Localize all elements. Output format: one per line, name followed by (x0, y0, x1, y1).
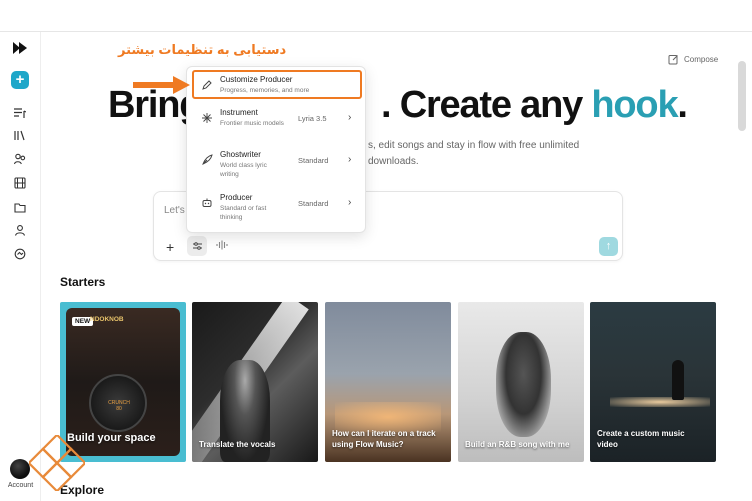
avatar[interactable] (10, 459, 30, 479)
scrollbar[interactable] (738, 61, 746, 131)
card-image (610, 397, 710, 407)
feather-icon (202, 154, 213, 165)
menu-item-title: Instrument (220, 108, 258, 117)
compose-icon (668, 54, 678, 64)
sliders-icon (192, 242, 202, 250)
library-icon[interactable] (11, 126, 29, 144)
hero-title-right: . Create any hook. (381, 84, 688, 127)
logo-icon[interactable] (12, 41, 28, 55)
menu-item-title: Ghostwriter (220, 150, 261, 159)
menu-item-value: Standard (298, 199, 329, 208)
dial-text: CRUNCH 80 (108, 400, 130, 412)
person-icon[interactable] (11, 221, 29, 239)
robot-icon (202, 198, 212, 207)
history-icon[interactable] (11, 245, 29, 263)
starters-title: Starters (60, 275, 106, 289)
send-button[interactable]: ↑ (599, 237, 618, 256)
chevron-right-icon: › (348, 112, 352, 123)
highlight-box (192, 70, 362, 99)
playlist-icon[interactable] (11, 104, 29, 122)
menu-item-value: Lyria 3.5 (298, 114, 327, 123)
hero-subtext-line2: downloads. (368, 156, 419, 167)
card-figure (672, 360, 684, 400)
chevron-right-icon: › (348, 197, 352, 208)
card-label: Create a custom music video (597, 429, 685, 449)
folder-icon[interactable] (11, 198, 29, 216)
hero-subtext-line1: s, edit songs and stay in flow with free… (368, 140, 580, 151)
compose-label: Compose (684, 54, 719, 64)
card-knob-title: NDOKNOB (90, 316, 124, 323)
starter-card-iterate-track[interactable]: How can I iterate on a track using Flow … (325, 302, 451, 462)
waveform-icon[interactable] (216, 239, 228, 251)
card-label: Build an R&B song with me (465, 440, 570, 449)
watermark-logo-icon (29, 435, 85, 491)
card-image (496, 332, 551, 437)
starter-card-music-video[interactable]: Create a custom music video (590, 302, 716, 462)
people-icon[interactable] (11, 150, 29, 168)
chevron-right-icon: › (348, 154, 352, 165)
arrow-right-icon (133, 76, 190, 94)
annotation-text: دستیابی به تنظیمات بیشتر (118, 42, 287, 57)
add-attachment-button[interactable]: + (166, 239, 174, 255)
menu-item-title: Producer (220, 193, 253, 202)
menu-item-subtitle: Frontier music models (220, 120, 284, 127)
hero-right-text: . Create any (381, 84, 592, 126)
hero-trailing: . (677, 84, 688, 126)
new-project-button[interactable]: + (11, 71, 29, 89)
sparkle-icon (202, 113, 212, 123)
menu-item-value: Standard (298, 156, 329, 165)
film-icon[interactable] (11, 174, 29, 192)
card-label: How can I iterate on a track using Flow … (332, 429, 436, 449)
starter-card-translate-vocals[interactable]: Translate the vocals (192, 302, 318, 462)
top-bar (0, 0, 752, 32)
menu-item-subtitle: World class lyric writing (220, 162, 267, 178)
settings-button[interactable] (187, 236, 207, 256)
hero-subtext: s, edit songs and stay in flow with free… (368, 138, 608, 170)
starter-card-rnb-song[interactable]: Build an R&B song with me (458, 302, 584, 462)
hero-accent-word: hook (591, 84, 678, 126)
compose-button[interactable]: Compose (668, 52, 718, 66)
sidebar (0, 32, 41, 501)
card-label: Translate the vocals (199, 440, 276, 449)
prompt-placeholder[interactable]: Let's (164, 205, 185, 216)
menu-item-subtitle: Standard or fast thinking (220, 205, 267, 221)
